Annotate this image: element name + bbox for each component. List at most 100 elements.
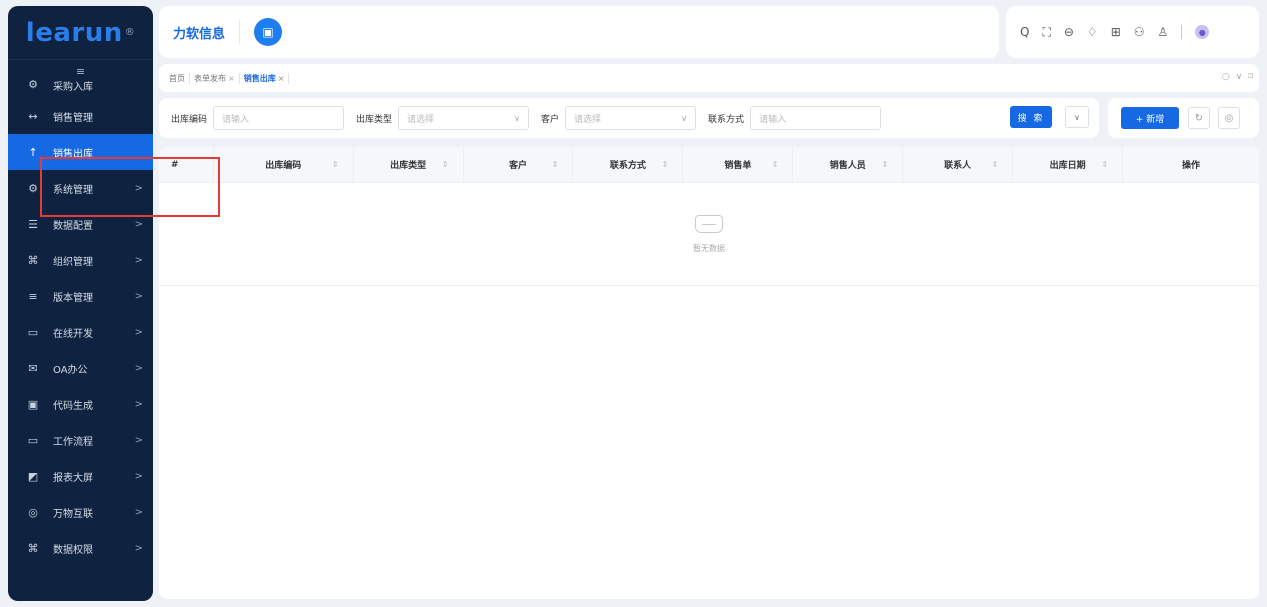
chevron-right-icon: > — [134, 182, 143, 194]
purchase-icon: ⚙ — [28, 78, 38, 91]
add-button[interactable]: + 新增 — [1121, 107, 1179, 129]
tab-label: 表单发布 — [194, 73, 226, 83]
sort-icon[interactable]: ⇕ — [552, 160, 559, 169]
out-code-input[interactable]: 请输入 — [213, 106, 345, 130]
search-button[interactable]: 搜 索 — [1010, 106, 1052, 128]
sidebar-item-iot[interactable]: ◎ 万物互联 > — [8, 494, 153, 530]
tab-label: 销售出库 — [243, 73, 276, 83]
close-icon[interactable]: × — [278, 74, 285, 83]
message-icon[interactable]: ⊖ — [1064, 25, 1074, 39]
column-settings-button[interactable]: ◎ — [1218, 107, 1240, 129]
sidebar-item-report[interactable]: ◩ 报表大屏 > — [8, 458, 153, 494]
logo-text: learun — [25, 17, 123, 48]
search-icon[interactable]: Q — [1020, 25, 1029, 39]
sidebar-item-oa[interactable]: ✉ OA办公 > — [8, 350, 153, 386]
translate-icon[interactable]: ⊞ — [1111, 25, 1121, 39]
sidebar-item-label: 系统管理 — [53, 184, 93, 196]
column-header-contact[interactable]: 联系方式 ⇕ — [573, 147, 684, 182]
mail-icon: ✉ — [28, 361, 38, 375]
sidebar-item-codegen[interactable]: ▣ 代码生成 > — [8, 386, 153, 422]
sidebar-item-label: 数据权限 — [53, 544, 93, 556]
column-header-out-date[interactable]: 出库日期 ⇕ — [1013, 147, 1124, 182]
contact-input[interactable]: 请输入 — [750, 106, 882, 130]
tab-sales-out[interactable]: 销售出库 × — [240, 72, 290, 84]
column-header-salesperson[interactable]: 销售人员 ⇕ — [793, 147, 904, 182]
sidebar-item-label: 万物互联 — [53, 508, 93, 520]
column-label: # — [171, 159, 179, 170]
chevron-right-icon: > — [134, 326, 143, 338]
customer-select[interactable]: 请选择 ∨ — [565, 106, 697, 130]
table-header: # 出库编码 ⇕ 出库类型 ⇕ 客户 ⇕ 联系方式 ⇕ 销售单 ⇕ 销售人员 ⇕… — [159, 147, 1259, 183]
sidebar-item-sales-management[interactable]: ↔ 销售管理 — [8, 98, 153, 134]
column-header-contact-person[interactable]: 联系人 ⇕ — [903, 147, 1014, 182]
tab-home[interactable]: 首页 — [165, 72, 190, 84]
field-label-out-code: 出库编码 — [171, 114, 208, 125]
sidebar-item-workflow[interactable]: ▭ 工作流程 > — [8, 422, 153, 458]
refresh-tab-icon[interactable]: ○ — [1222, 72, 1230, 82]
out-type-select[interactable]: 请选择 ∨ — [398, 106, 530, 130]
exchange-icon: ↔ — [28, 109, 38, 123]
column-header-index: # — [159, 147, 214, 182]
sidebar-item-system[interactable]: ⚙ 系统管理 > — [8, 170, 153, 206]
column-header-actions: 操作 — [1123, 147, 1259, 182]
column-header-out-type[interactable]: 出库类型 ⇕ — [354, 147, 464, 182]
sidebar-item-data-config[interactable]: ☰ 数据配置 > — [8, 206, 153, 242]
sort-icon[interactable]: ⇕ — [662, 160, 669, 169]
refresh-button[interactable]: ↻ — [1188, 107, 1210, 129]
sidebar-item-version[interactable]: ≡ 版本管理 > — [8, 278, 153, 314]
tab-form-publish[interactable]: 表单发布 × — [190, 72, 240, 84]
sort-icon[interactable]: ⇕ — [991, 160, 998, 169]
close-icon[interactable]: × — [228, 74, 235, 83]
empty-state: 暂无数据 — [159, 183, 1259, 286]
monitor-icon: ▭ — [27, 325, 39, 339]
sidebar: learun ® ≡ ⚙ 采购入库 ↔ 销售管理 ↑ 销售出库 ⚙ 系统管理 > … — [8, 6, 153, 601]
sidebar-item-label: 在线开发 — [53, 328, 93, 340]
column-label: 出库编码 — [265, 161, 302, 171]
column-header-sales-order[interactable]: 销售单 ⇕ — [683, 147, 794, 182]
tab-tools: ○ ∨ ⌑ — [1222, 72, 1253, 82]
refresh-icon: ↻ — [1194, 112, 1204, 124]
fullscreen-icon[interactable]: ⛶ — [1042, 25, 1050, 40]
bell-icon[interactable]: ♢ — [1087, 25, 1098, 39]
column-label: 联系方式 — [609, 161, 646, 171]
sidebar-item-label: 销售管理 — [53, 112, 93, 124]
sidebar-item-data-permission[interactable]: ⌘ 数据权限 > — [8, 530, 153, 566]
breadcrumb: 首页 表单发布 × 销售出库 × ○ ∨ ⌑ — [159, 64, 1259, 92]
logo[interactable]: learun ® — [8, 6, 153, 60]
sort-icon[interactable]: ⇕ — [442, 160, 449, 169]
sort-icon[interactable]: ⇕ — [772, 160, 779, 169]
column-header-out-code[interactable]: 出库编码 ⇕ — [214, 147, 354, 182]
empty-inbox-icon — [695, 214, 723, 233]
avatar-dot: ● — [1198, 27, 1206, 37]
field-label-contact: 联系方式 — [708, 114, 745, 125]
terminal-button[interactable]: ▣ — [254, 18, 283, 46]
sidebar-item-organization[interactable]: ⌘ 组织管理 > — [8, 242, 153, 278]
theme-shirt-icon[interactable]: ♙ — [1158, 25, 1169, 39]
watch-icon: ◎ — [28, 505, 38, 519]
chevron-right-icon: > — [134, 542, 143, 554]
chevron-right-icon: > — [134, 290, 143, 302]
header: 力软信息 ▣ — [159, 6, 999, 58]
pin-icon[interactable]: ⌑ — [1248, 72, 1253, 82]
user-settings-icon[interactable]: ⚇ — [1134, 25, 1145, 39]
sort-icon[interactable]: ⇕ — [1101, 160, 1108, 169]
column-label: 出库日期 — [1049, 161, 1086, 171]
column-label: 销售单 — [724, 161, 752, 171]
sort-icon[interactable]: ⇕ — [332, 160, 339, 169]
chevron-right-icon: > — [134, 434, 143, 446]
expand-filter-button[interactable]: ∨ — [1065, 106, 1089, 128]
sidebar-item-label: 数据配置 — [53, 220, 93, 232]
placeholder: 请输入 — [222, 114, 250, 125]
placeholder: 请输入 — [759, 114, 787, 125]
sidebar-item-purchase-in[interactable]: ⚙ 采购入库 — [8, 78, 153, 98]
sort-icon[interactable]: ⇕ — [882, 160, 889, 169]
sidebar-item-online-dev[interactable]: ▭ 在线开发 > — [8, 314, 153, 350]
avatar[interactable]: ● — [1195, 25, 1210, 39]
chevron-down-icon[interactable]: ∨ — [1236, 72, 1243, 82]
sidebar-item-label: 报表大屏 — [53, 472, 93, 484]
chevron-right-icon: > — [134, 506, 143, 518]
sidebar-item-sales-out[interactable]: ↑ 销售出库 — [8, 134, 153, 170]
chevron-down-icon: ∨ — [681, 113, 688, 123]
column-header-customer[interactable]: 客户 ⇕ — [464, 147, 574, 182]
sidebar-item-label: 代码生成 — [53, 400, 93, 412]
